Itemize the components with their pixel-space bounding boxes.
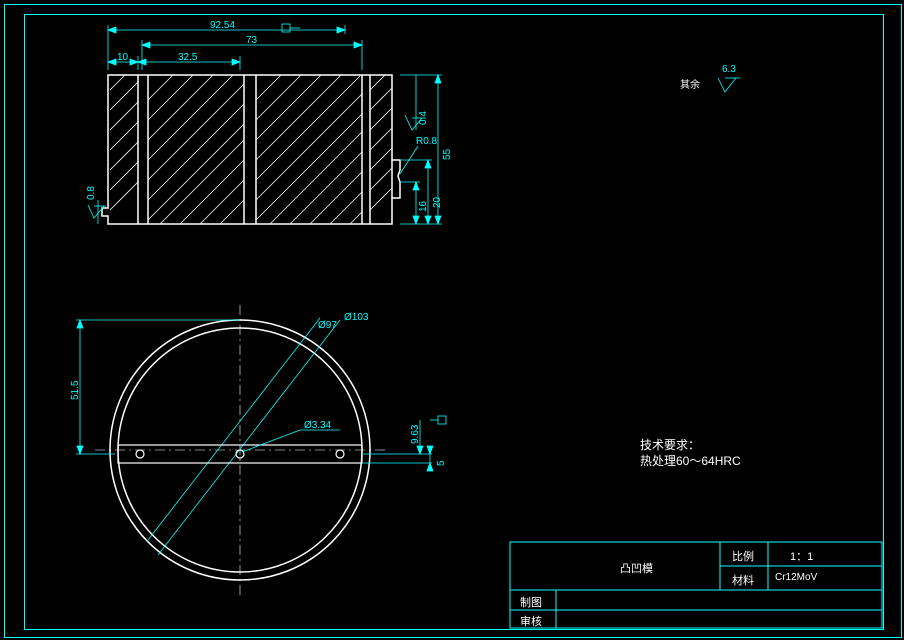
dim-16: 16 xyxy=(418,201,429,212)
dim-55: 55 xyxy=(442,149,453,160)
dim-73: 73 xyxy=(246,35,257,46)
tech-req-1: 热处理60～64HRC xyxy=(640,452,741,469)
surf-04: 0.4 xyxy=(418,111,429,125)
dim-515: 51.5 xyxy=(70,381,81,400)
part-name: 凸凹模 xyxy=(620,560,653,576)
dim-10: 10 xyxy=(117,52,128,63)
mat-label: 材料 xyxy=(732,572,754,588)
surf-08: 0.8 xyxy=(86,186,97,200)
scale-label: 比例 xyxy=(732,548,754,564)
dim-325: 32.5 xyxy=(178,52,197,63)
drawing-svg xyxy=(0,0,904,640)
mat-val: Cr12MoV xyxy=(775,572,817,583)
check-label: 审核 xyxy=(520,613,542,629)
scale-val: 1：1 xyxy=(790,548,813,564)
dim-5: 5 xyxy=(436,460,447,466)
dim-963: 9.63 xyxy=(410,425,421,444)
tech-req-title: 技术要求： xyxy=(640,436,700,453)
dim-20: 20 xyxy=(432,197,443,208)
surf-rest: 6.3 xyxy=(722,64,736,75)
dia-103: Ø103 xyxy=(344,312,368,323)
rest-label: 其余 xyxy=(680,76,700,91)
dim-r08: R0.8 xyxy=(416,136,437,147)
dia-334: Ø3.34 xyxy=(304,420,331,431)
dim-92-54: 92.54 xyxy=(210,20,235,31)
dia-97: Ø97 xyxy=(318,320,337,331)
drawn-label: 制图 xyxy=(520,594,542,610)
